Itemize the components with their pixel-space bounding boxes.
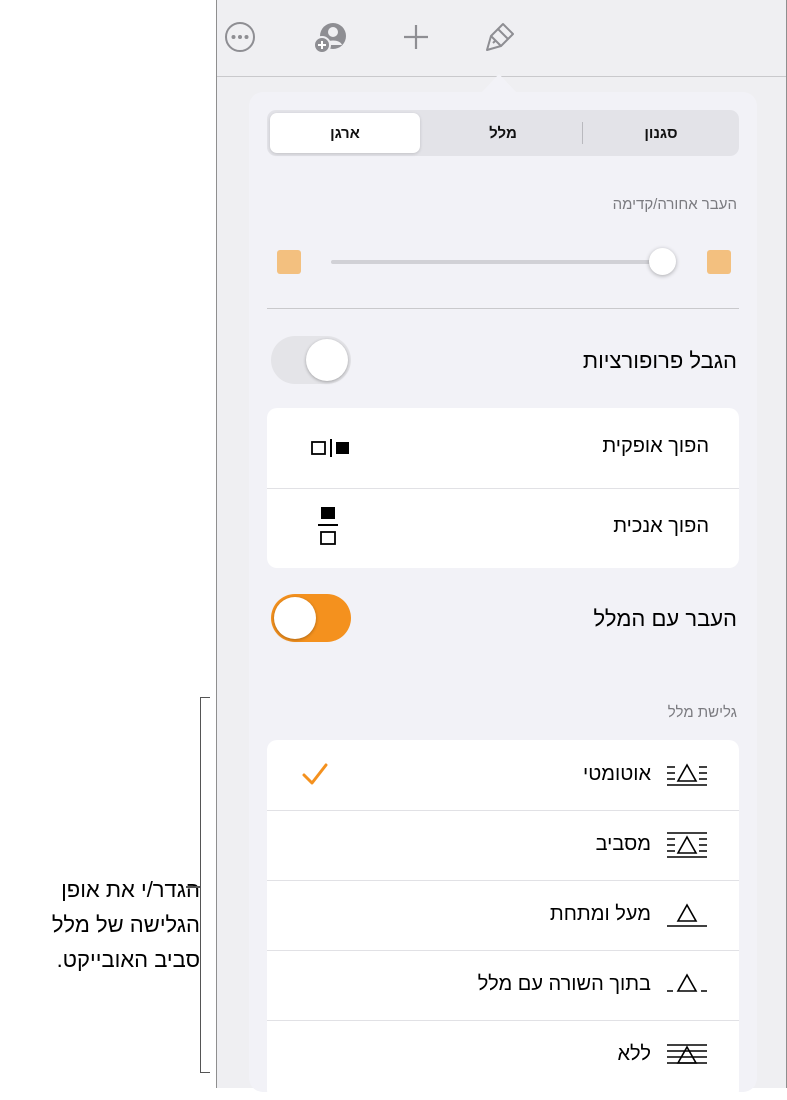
constrain-proportions-toggle[interactable]	[271, 336, 351, 384]
wrap-option-none[interactable]: ללא	[267, 1020, 739, 1090]
flip-card: הפוך אופקית הפוך אנכית	[267, 408, 739, 568]
callout-text: הגדר/י את אופן הגלישה של מלל סביב האוביי…	[51, 877, 200, 972]
text-wrap-section-label: גלישת מלל	[667, 704, 737, 721]
add-collaborator-icon[interactable]	[311, 18, 349, 56]
add-icon[interactable]	[397, 18, 435, 56]
move-with-text-toggle[interactable]	[271, 594, 351, 642]
constrain-proportions-label: הגבל פרופורציות	[582, 348, 737, 373]
flip-horizontal-icon	[311, 439, 349, 457]
bring-forward-icon[interactable]	[707, 250, 731, 274]
layer-section-label: העבר אחורה/קדימה	[612, 196, 737, 213]
tab-style[interactable]: סגנון	[586, 113, 736, 153]
format-popover: ארגן מלל סגנון העבר אחורה/קדימה הגבל פרו…	[249, 92, 757, 1100]
wrap-inline-icon	[667, 973, 707, 992]
text-wrap-card: אוטומטי מסביב מעל ומתחת בתוך השורה עם מל…	[267, 740, 739, 1100]
wrap-option-inline[interactable]: בתוך השורה עם מלל	[267, 950, 739, 1020]
callout-bracket	[200, 697, 210, 1073]
toggle-knob	[274, 597, 316, 639]
layer-slider-track[interactable]	[331, 260, 675, 264]
wrap-around-icon	[667, 832, 707, 858]
wrap-option-above-below[interactable]: מעל ומתחת	[267, 880, 739, 950]
wrap-option-label: ללא	[617, 1043, 651, 1065]
wrap-above-below-icon	[667, 903, 707, 927]
wrap-option-label: בתוך השורה עם מלל	[477, 973, 651, 995]
wrap-none-icon	[667, 1044, 707, 1064]
wrap-automatic-icon	[667, 763, 707, 786]
flip-horizontal-label: הפוך אופקית	[602, 435, 709, 457]
move-with-text-label: העבר עם המלל	[593, 606, 737, 631]
format-paintbrush-icon[interactable]	[481, 18, 519, 56]
more-icon[interactable]	[221, 18, 259, 56]
flip-horizontal-row[interactable]: הפוך אופקית	[267, 408, 739, 488]
toolbar	[217, 0, 786, 77]
device-frame: ארגן מלל סגנון העבר אחורה/קדימה הגבל פרו…	[216, 0, 787, 1100]
tab-bar: ארגן מלל סגנון	[267, 110, 739, 156]
wrap-option-label: מעל ומתחת	[549, 903, 651, 925]
layer-slider-thumb[interactable]	[649, 248, 676, 275]
wrap-option-automatic[interactable]: אוטומטי	[267, 740, 739, 810]
flip-vertical-icon	[318, 507, 338, 545]
callout-leader-line	[186, 886, 200, 888]
checkmark-icon	[302, 763, 328, 785]
tab-text[interactable]: מלל	[428, 113, 578, 153]
divider	[267, 308, 739, 309]
popover-arrow	[482, 74, 516, 92]
flip-vertical-label: הפוך אנכית	[613, 515, 709, 537]
wrap-option-around[interactable]: מסביב	[267, 810, 739, 880]
tab-separator	[582, 122, 583, 144]
toggle-knob	[306, 339, 348, 381]
flip-vertical-row[interactable]: הפוך אנכית	[267, 488, 739, 568]
wrap-option-label: מסביב	[595, 833, 651, 855]
wrap-option-label: אוטומטי	[583, 763, 651, 785]
tab-arrange[interactable]: ארגן	[270, 113, 420, 153]
send-backward-icon[interactable]	[277, 250, 301, 274]
